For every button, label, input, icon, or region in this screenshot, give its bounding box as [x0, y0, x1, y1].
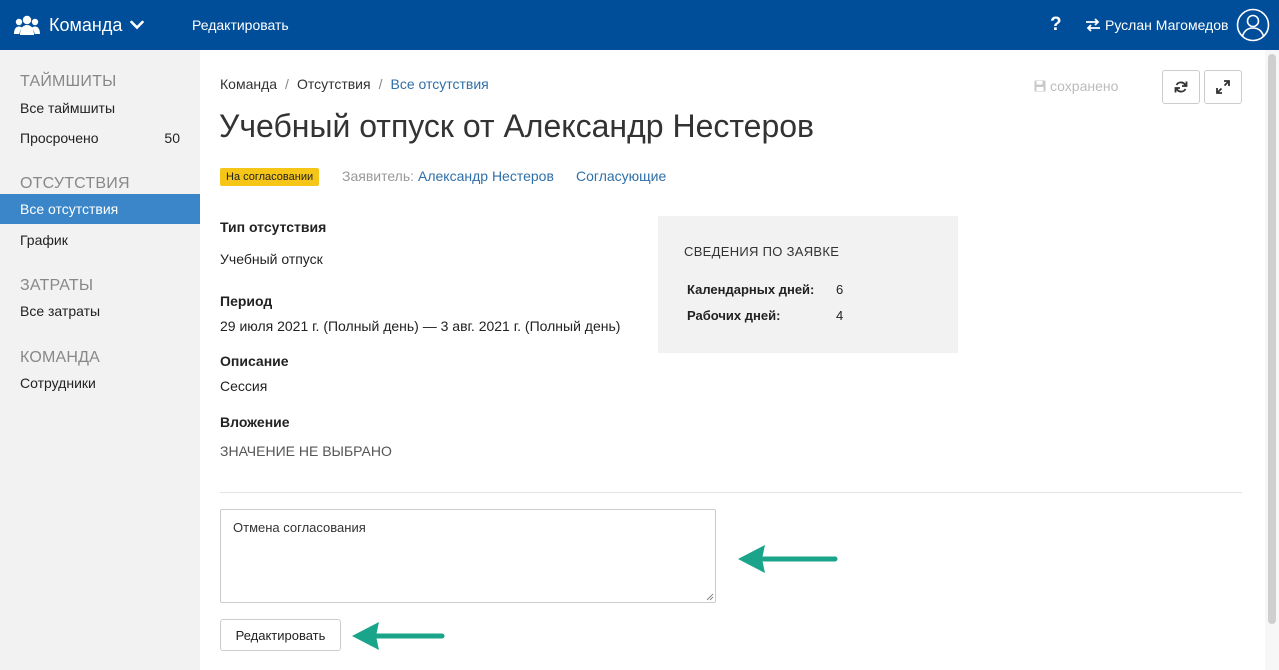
- brand-label: Команда: [49, 14, 123, 35]
- field-value-attachment: ЗНАЧЕНИЕ НЕ ВЫБРАНО: [220, 443, 392, 459]
- top-navbar: Команда Редактировать ? Руслан Магомедов: [0, 0, 1279, 50]
- saved-status-text: сохранено: [1050, 78, 1119, 94]
- field-value-period: 29 июля 2021 г. (Полный день) — 3 авг. 2…: [220, 318, 621, 334]
- request-info-panel: СВЕДЕНИЯ ПО ЗАЯВКЕ Календарных дней: 6 Р…: [658, 216, 958, 353]
- sidebar-item-label: Все отсутствия: [20, 201, 119, 217]
- section-divider: [220, 492, 1242, 493]
- expand-icon: [1216, 80, 1230, 94]
- sidebar-item-overdue[interactable]: Просрочено 50: [0, 123, 200, 153]
- breadcrumb: Команда / Отсутствия / Все отсутствия: [220, 76, 489, 92]
- breadcrumb-item[interactable]: Отсутствия: [297, 76, 371, 92]
- sidebar-group-team: КОМАНДА: [20, 349, 101, 366]
- sidebar-item-all-expenses[interactable]: Все затраты: [0, 296, 200, 326]
- field-label-absence-type: Тип отсутствия: [220, 219, 327, 235]
- field-value-description: Сессия: [220, 378, 268, 394]
- help-icon[interactable]: ?: [1050, 0, 1062, 50]
- saved-status: сохранено: [1034, 78, 1118, 94]
- sidebar-item-schedule[interactable]: График: [0, 225, 200, 255]
- overdue-count: 50: [164, 130, 180, 146]
- arrow-annotation: [352, 622, 445, 650]
- sidebar-item-label: График: [20, 232, 68, 248]
- avatar-icon[interactable]: [1236, 8, 1270, 42]
- sidebar-group-timesheets: ТАЙМШИТЫ: [20, 73, 117, 90]
- user-name[interactable]: Руслан Магомедов: [1105, 0, 1228, 50]
- scrollbar-thumb[interactable]: [1268, 54, 1276, 624]
- approvers-link[interactable]: Согласующие: [576, 168, 666, 184]
- switch-user-icon[interactable]: [1085, 17, 1101, 33]
- comment-textarea[interactable]: Отмена согласования: [220, 509, 716, 603]
- applicant-link[interactable]: Александр Нестеров: [418, 168, 554, 184]
- sidebar-item-label: Сотрудники: [20, 375, 96, 391]
- field-label-description: Описание: [220, 353, 289, 369]
- save-disk-icon: [1034, 80, 1046, 92]
- work-days-value: 4: [836, 308, 844, 323]
- calendar-days-label: Календарных дней:: [687, 282, 815, 297]
- sidebar-item-label: Все затраты: [20, 303, 101, 319]
- status-badge: На согласовании: [220, 168, 320, 186]
- sidebar: ТАЙМШИТЫ Все таймшиты Просрочено 50 ОТСУ…: [0, 50, 200, 670]
- fullscreen-button[interactable]: [1204, 70, 1242, 104]
- breadcrumb-item[interactable]: Команда: [220, 76, 277, 92]
- topbar-edit-link[interactable]: Редактировать: [192, 0, 289, 50]
- sidebar-group-absences: ОТСУТСТВИЯ: [20, 175, 130, 192]
- field-label-attachment: Вложение: [220, 414, 290, 430]
- field-value-absence-type: Учебный отпуск: [220, 251, 323, 267]
- calendar-days-value: 6: [836, 282, 844, 297]
- sidebar-group-expenses: ЗАТРАТЫ: [20, 277, 94, 294]
- work-days-label: Рабочих дней:: [687, 308, 781, 323]
- breadcrumb-current[interactable]: Все отсутствия: [390, 76, 488, 92]
- breadcrumb-separator: /: [378, 76, 383, 92]
- breadcrumb-separator: /: [285, 76, 289, 92]
- refresh-icon: [1174, 81, 1188, 93]
- brand-menu[interactable]: Команда: [14, 0, 145, 50]
- arrow-annotation: [738, 545, 838, 573]
- refresh-button[interactable]: [1162, 70, 1200, 104]
- chevron-down-icon: [130, 20, 145, 30]
- edit-button[interactable]: Редактировать: [220, 619, 341, 651]
- sidebar-item-all-timesheets[interactable]: Все таймшиты: [0, 93, 200, 123]
- resize-grip-icon[interactable]: [704, 591, 714, 601]
- info-panel-title: СВЕДЕНИЯ ПО ЗАЯВКЕ: [684, 244, 840, 259]
- sidebar-item-label: Просрочено: [20, 130, 99, 146]
- team-icon: [14, 15, 40, 35]
- sidebar-item-employees[interactable]: Сотрудники: [0, 368, 200, 398]
- sidebar-item-label: Все таймшиты: [20, 100, 116, 116]
- field-label-period: Период: [220, 293, 273, 309]
- sidebar-item-all-absences[interactable]: Все отсутствия: [0, 194, 200, 224]
- applicant-label: Заявитель:: [342, 168, 415, 184]
- page-title: Учебный отпуск от Александр Нестеров: [219, 108, 815, 144]
